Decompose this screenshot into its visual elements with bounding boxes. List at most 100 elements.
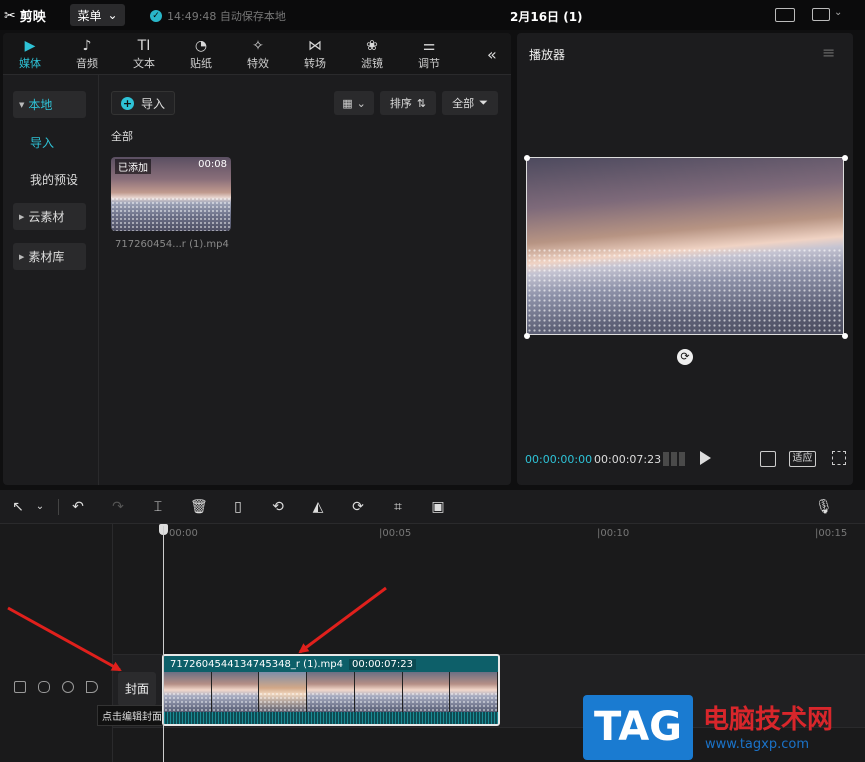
watermark-logo: TAG (583, 695, 693, 760)
time-ruler[interactable]: 00:00 |00:05 |00:10 |00:15 (113, 524, 865, 546)
chevron-down-icon[interactable]: ⌄ (32, 499, 48, 515)
microphone-icon[interactable]: 🎙 (815, 499, 833, 515)
nav-item-local[interactable]: ▼ 本地 (13, 91, 86, 118)
added-badge: 已添加 (115, 159, 151, 174)
tab-label: 媒体 (19, 57, 41, 70)
frame-thumbnail (259, 672, 308, 712)
image-icon[interactable]: ▣ (430, 499, 446, 515)
adjust-icon: ⚌ (422, 38, 436, 54)
mirror-icon[interactable]: ◭ (310, 499, 326, 515)
tick-label: 00:00 (169, 528, 198, 539)
sticker-icon: ◔ (194, 38, 208, 54)
tab-filter[interactable]: ❀ 滤镜 (346, 37, 398, 73)
nav-item-import[interactable]: 导入 (13, 129, 86, 156)
rotate-icon[interactable]: ⟳ (350, 499, 366, 515)
crop-icon[interactable]: ⌗ (390, 499, 406, 515)
tab-label: 文本 (133, 57, 155, 70)
nav-item-label: 本地 (28, 98, 53, 112)
timeline-toolbar: ↖ ⌄ ↶ ↷ ⌶ 🗑 ▯ ⟲ ◭ ⟳ ⌗ ▣ 🎙 (0, 490, 865, 524)
tab-text[interactable]: TI 文本 (118, 37, 170, 73)
playhead[interactable] (163, 526, 164, 762)
nav-item-cloud[interactable]: ▶ 云素材 (13, 203, 86, 230)
import-button[interactable]: + 导入 (111, 91, 175, 115)
media-filename: 717260454...r (1).mp4 (115, 239, 229, 250)
fullscreen-icon[interactable] (832, 451, 846, 465)
collapse-panel-icon[interactable]: « (487, 45, 497, 64)
split-icon[interactable]: ⌶ (150, 499, 166, 515)
tab-label: 调节 (418, 57, 440, 70)
tick-label: |00:05 (379, 528, 412, 539)
player-panel: 播放器 ≡ ⟳ 00:00:00:00 00:00:07:23 适应 (517, 33, 853, 485)
media-item-thumbnail[interactable]: 已添加 00:08 (111, 157, 231, 231)
tick-label: |00:10 (597, 528, 630, 539)
media-duration: 00:08 (198, 159, 227, 170)
fit-button[interactable]: 适应 (789, 451, 816, 467)
frame-thumbnail (354, 672, 403, 712)
chevron-down-icon: ⌄ (107, 8, 118, 22)
clip-name: 7172604544134745348_r (1).mp4 (170, 658, 343, 670)
tab-adjust[interactable]: ⚌ 调节 (403, 37, 455, 73)
tab-label: 滤镜 (361, 57, 383, 70)
select-cursor-icon[interactable]: ↖ (10, 499, 26, 515)
play-icon[interactable] (700, 451, 711, 465)
tab-label: 音频 (76, 57, 98, 70)
sort-label: 排序 (389, 97, 412, 110)
caret-right-icon: ▶ (19, 252, 25, 261)
track-header (0, 524, 113, 762)
video-preview[interactable] (526, 157, 844, 335)
sort-button[interactable]: 排序 ⇅ (380, 91, 436, 115)
chevron-down-icon[interactable]: ⌄ (834, 7, 842, 18)
cover-button[interactable]: 封面 (118, 672, 156, 706)
focus-icon[interactable] (760, 451, 776, 467)
nav-item-my-presets[interactable]: 我的预设 (13, 166, 86, 193)
rotate-icon[interactable]: ⟳ (677, 349, 693, 365)
track-video-icon[interactable] (14, 681, 26, 693)
check-icon: ✓ (150, 10, 162, 22)
menu-button[interactable]: 菜单 ⌄ (70, 4, 125, 26)
tab-label: 特效 (247, 57, 269, 70)
watermark-url: www.tagxp.com (705, 737, 809, 752)
nav-item-label: 我的预设 (30, 173, 79, 187)
frame-thumbnail (307, 672, 355, 712)
filter-button[interactable]: 全部 ⏷ (442, 91, 498, 115)
menu-label: 菜单 (77, 8, 102, 23)
media-icon: ▶ (24, 38, 36, 54)
video-clip[interactable]: 7172604544134745348_r (1).mp4 00:00:07:2… (162, 654, 500, 726)
tab-audio[interactable]: ♪ 音频 (61, 37, 113, 73)
tab-effects[interactable]: ✧ 特效 (232, 37, 284, 73)
project-title[interactable]: 2月16日 (1) (510, 8, 583, 25)
audio-icon: ♪ (82, 38, 92, 54)
total-time: 00:00:07:23 (594, 453, 662, 466)
resize-handle[interactable] (842, 155, 848, 161)
frame-grid-icon[interactable] (663, 452, 685, 466)
sort-icon: ⇅ (416, 96, 427, 110)
delete-icon[interactable]: 🗑 (190, 499, 208, 515)
redo-icon[interactable]: ↷ (110, 499, 126, 515)
hamburger-menu-icon[interactable]: ≡ (822, 43, 835, 62)
caret-right-icon: ▶ (19, 212, 25, 221)
current-time: 00:00:00:00 (525, 453, 593, 466)
tab-transition[interactable]: ⋈ 转场 (289, 37, 341, 73)
app-logo: ✂ 剪映 (4, 6, 46, 26)
app-name: 剪映 (19, 10, 46, 25)
freeze-frame-icon[interactable]: ▯ (230, 499, 246, 515)
filter-label: 全部 (452, 97, 475, 110)
nav-item-library[interactable]: ▶ 素材库 (13, 243, 86, 270)
reverse-icon[interactable]: ⟲ (270, 499, 286, 515)
keyboard-icon[interactable] (775, 8, 795, 22)
resize-handle[interactable] (524, 333, 530, 339)
grid-view-icon: ▦ (342, 96, 353, 110)
transition-icon: ⋈ (308, 38, 322, 54)
undo-icon[interactable]: ↶ (70, 499, 86, 515)
tab-sticker[interactable]: ◔ 贴纸 (175, 37, 227, 73)
lock-icon[interactable] (38, 681, 50, 693)
eye-icon[interactable] (62, 681, 74, 693)
clip-header: 7172604544134745348_r (1).mp4 00:00:07:2… (164, 656, 498, 672)
view-mode-button[interactable]: ▦ ⌄ (334, 91, 374, 115)
resize-handle[interactable] (524, 155, 530, 161)
tab-media[interactable]: ▶ 媒体 (4, 37, 56, 73)
speaker-icon[interactable] (86, 681, 98, 693)
effects-icon: ✧ (252, 38, 264, 54)
layout-icon[interactable] (812, 8, 830, 21)
resize-handle[interactable] (842, 333, 848, 339)
